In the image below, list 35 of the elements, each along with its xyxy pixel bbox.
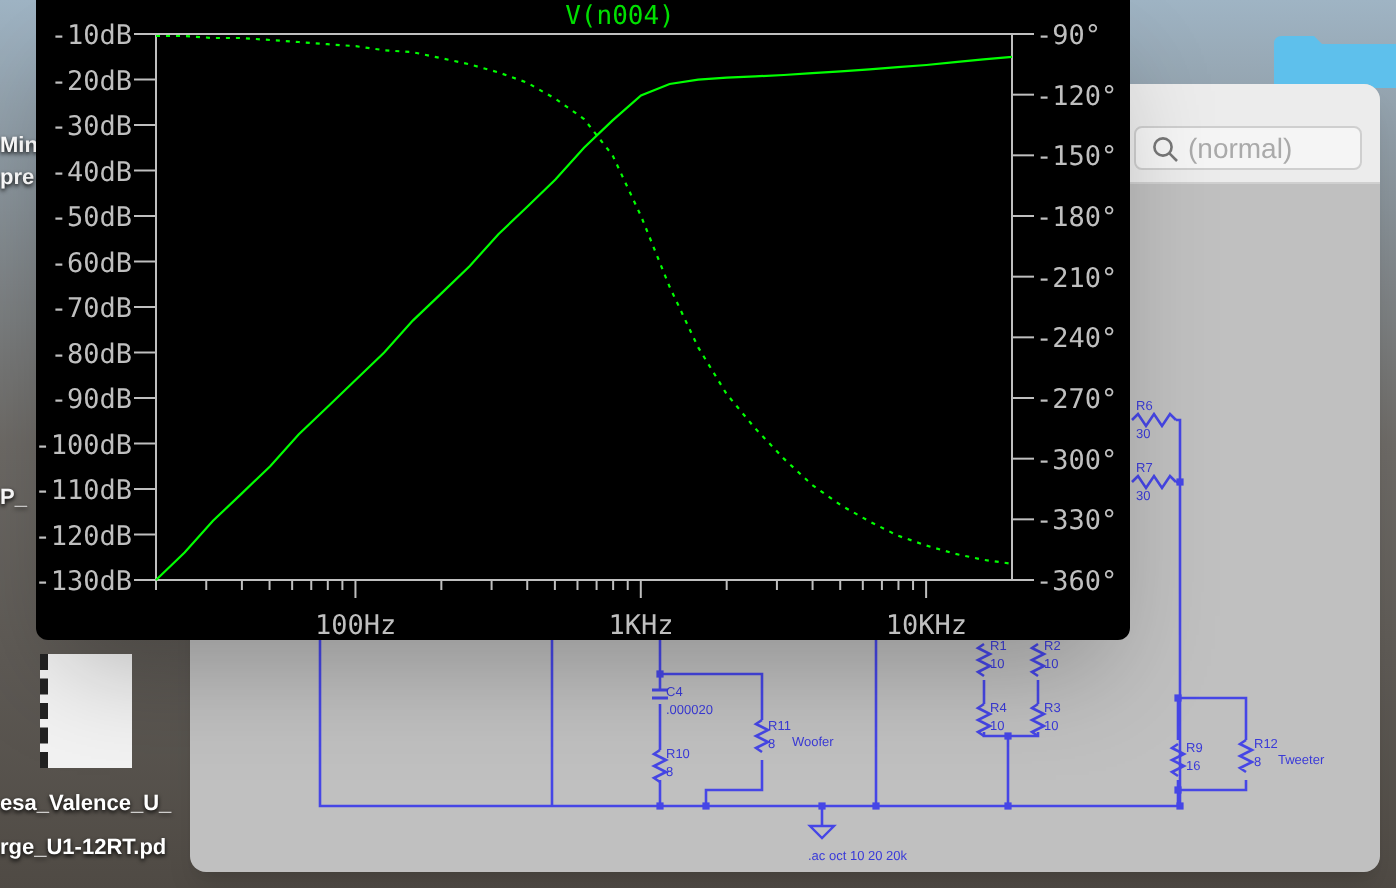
phase-axis-label: -300° xyxy=(1036,444,1118,477)
x-axis-label: 100Hz xyxy=(315,610,397,640)
file-label[interactable]: rge_U1-12RT.pd xyxy=(0,838,167,860)
y-axis-label: -20dB xyxy=(50,65,132,98)
file-label[interactable]: esa_Valence_U_ xyxy=(0,794,172,816)
folder-icon xyxy=(1274,36,1396,88)
phase-axis-label: -360° xyxy=(1036,566,1118,598)
y-axis-label: -50dB xyxy=(50,202,132,234)
y-axis-label: -80dB xyxy=(50,338,132,371)
y-axis-label: -10dB xyxy=(50,20,132,52)
phase-axis-label: -330° xyxy=(1036,505,1118,538)
x-axis-label: 1KHz xyxy=(608,610,674,640)
phase-axis-label: -180° xyxy=(1036,202,1118,234)
phase-axis-label: -90° xyxy=(1036,20,1102,52)
y-axis-label: -110dB xyxy=(36,475,132,507)
y-axis-label: -60dB xyxy=(50,247,132,280)
phase-axis-label: -150° xyxy=(1036,141,1118,174)
file-label[interactable]: P_ xyxy=(0,488,27,510)
y-axis-label: -100dB xyxy=(36,429,132,462)
file-label[interactable]: pre xyxy=(0,168,35,190)
y-axis-label: -90dB xyxy=(50,384,132,416)
y-axis-label: -70dB xyxy=(50,293,132,325)
trace-title: V(n004) xyxy=(565,2,675,32)
search-icon xyxy=(1152,136,1178,162)
search-field[interactable]: (normal) xyxy=(1134,126,1362,170)
y-axis-label: -40dB xyxy=(50,156,132,189)
phase-axis-label: -210° xyxy=(1036,262,1118,295)
phase-axis-label: -120° xyxy=(1036,80,1118,113)
y-axis-label: -30dB xyxy=(50,111,132,143)
document-thumbnail xyxy=(40,654,132,768)
y-axis-label: -120dB xyxy=(36,520,132,553)
y-axis-label: -130dB xyxy=(36,566,132,598)
phase-axis-label: -240° xyxy=(1036,323,1118,356)
phase-axis-label: -270° xyxy=(1036,384,1118,416)
x-axis-label: 10KHz xyxy=(885,610,968,640)
